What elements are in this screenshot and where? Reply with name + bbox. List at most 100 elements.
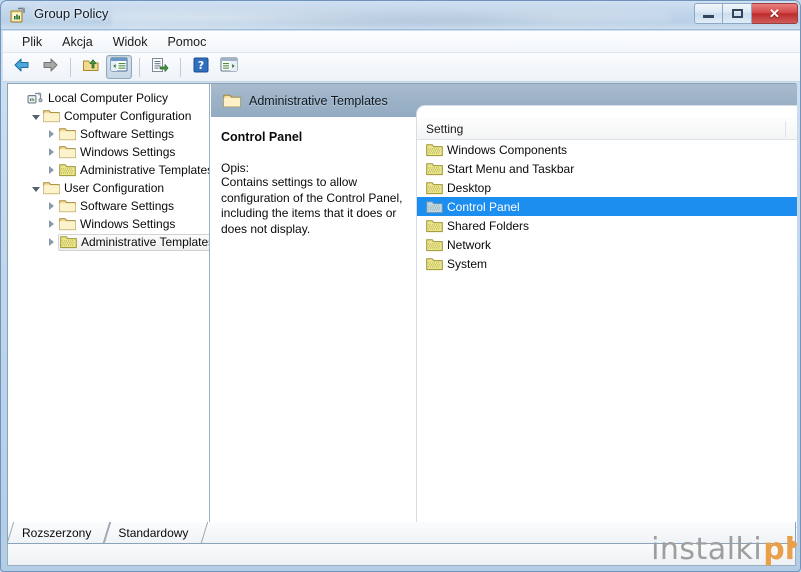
window-title: Group Policy — [34, 6, 108, 21]
tree-item-administrative-templates[interactable]: Administrative Templates — [8, 233, 209, 251]
settings-row-label: System — [447, 257, 487, 271]
admin-templates-icon — [426, 238, 443, 252]
chevron-down-icon[interactable] — [29, 108, 42, 124]
maximize-icon — [732, 9, 743, 18]
tree-item-local-computer-policy[interactable]: Local Computer Policy — [8, 89, 209, 107]
chevron-right-icon[interactable] — [45, 234, 58, 250]
tree-item-label: Software Settings — [80, 127, 174, 141]
show-hide-console-tree-button[interactable] — [106, 55, 132, 79]
description-label: Opis: — [221, 161, 406, 175]
settings-row-system[interactable]: System — [417, 254, 797, 273]
chevron-right-icon[interactable] — [45, 126, 58, 142]
folder-icon — [59, 127, 76, 141]
menu-item-plik[interactable]: Plik — [12, 33, 52, 51]
tree-item-label: Software Settings — [80, 199, 174, 213]
settings-row-windows-components[interactable]: Windows Components — [417, 140, 797, 159]
settings-row-shared-folders[interactable]: Shared Folders — [417, 216, 797, 235]
close-button[interactable]: ✕ — [752, 3, 798, 24]
tree-item-windows-settings[interactable]: Windows Settings — [8, 215, 209, 233]
tree-item-content: Administrative Templates — [58, 234, 209, 251]
chevron-right-icon[interactable] — [45, 198, 58, 214]
close-icon: ✕ — [769, 7, 780, 20]
tree-item-content: Software Settings — [58, 198, 177, 215]
menu-item-akcja[interactable]: Akcja — [52, 33, 103, 51]
menu-item-pomoc[interactable]: Pomoc — [157, 33, 216, 51]
settings-row-label: Network — [447, 238, 491, 252]
tree-item-label: User Configuration — [64, 181, 164, 195]
toolbar-separator — [70, 58, 71, 77]
tree-item-label: Windows Settings — [80, 217, 175, 231]
forward-arrow-icon — [41, 57, 59, 78]
tree-item-software-settings[interactable]: Software Settings — [8, 197, 209, 215]
settings-list[interactable]: Windows Components Start Menu and Taskbar… — [417, 140, 797, 520]
window-controls: ✕ — [694, 3, 798, 24]
admin-templates-icon — [426, 143, 443, 157]
settings-row-label: Start Menu and Taskbar — [447, 162, 574, 176]
tree-item-content: Windows Settings — [58, 216, 178, 233]
status-bar — [7, 544, 796, 566]
tree-item-label: Administrative Templates — [80, 163, 209, 177]
folder-icon — [43, 109, 60, 123]
detail-pane-body: Control Panel Opis: Contains settings to… — [211, 117, 797, 544]
settings-row-label: Control Panel — [447, 200, 520, 214]
settings-row-start-menu-and-taskbar[interactable]: Start Menu and Taskbar — [417, 159, 797, 178]
minimize-button[interactable] — [694, 3, 723, 24]
column-divider[interactable] — [785, 121, 786, 137]
tree-item-content: Local Computer Policy — [26, 90, 171, 107]
help-button[interactable]: ? — [188, 55, 214, 79]
tab-label: Rozszerzony — [22, 526, 91, 540]
back-button[interactable] — [9, 55, 35, 79]
settings-row-label: Desktop — [447, 181, 491, 195]
svg-text:?: ? — [198, 59, 204, 72]
toolbar-separator-2 — [139, 58, 140, 77]
tree-item-software-settings[interactable]: Software Settings — [8, 125, 209, 143]
content-area: Local Computer Policy Computer Configurat… — [7, 83, 796, 545]
aero-glass-blur — [111, 2, 671, 29]
chevron-right-icon[interactable] — [45, 162, 58, 178]
toolbar-separator-3 — [180, 58, 181, 77]
tree-item-label: Local Computer Policy — [48, 91, 168, 105]
back-arrow-icon — [13, 57, 31, 78]
column-header-setting[interactable]: Setting — [426, 122, 463, 136]
settings-row-desktop[interactable]: Desktop — [417, 178, 797, 197]
tree-item-computer-configuration[interactable]: Computer Configuration — [8, 107, 209, 125]
group-policy-window: Group Policy ✕ Plik Akcja Widok Pomoc — [0, 0, 801, 572]
settings-row-network[interactable]: Network — [417, 235, 797, 254]
tree-item-windows-settings[interactable]: Windows Settings — [8, 143, 209, 161]
forward-button[interactable] — [37, 55, 63, 79]
tab-rozszerzony[interactable]: Rozszerzony — [8, 522, 104, 543]
export-list-button[interactable] — [147, 55, 173, 79]
description-title: Control Panel — [221, 130, 406, 144]
export-list-icon — [151, 57, 169, 78]
action-pane-icon — [220, 57, 238, 77]
menu-bar: Plik Akcja Widok Pomoc — [3, 31, 800, 53]
tree-item-label: Windows Settings — [80, 145, 175, 159]
chevron-right-icon[interactable] — [45, 216, 58, 232]
tree-item-user-configuration[interactable]: User Configuration — [8, 179, 209, 197]
tree-item-label: Computer Configuration — [64, 109, 191, 123]
tree-item-content: Software Settings — [58, 126, 177, 143]
admin-templates-icon — [60, 235, 77, 249]
console-icon — [9, 6, 28, 25]
description-column: Control Panel Opis: Contains settings to… — [211, 117, 416, 544]
detail-pane-title: Administrative Templates — [249, 94, 388, 108]
show-action-pane-button[interactable] — [216, 55, 242, 79]
up-one-level-button[interactable] — [78, 55, 104, 79]
folder-icon — [43, 181, 60, 195]
toolbar: ? — [3, 53, 800, 82]
minimize-icon — [703, 15, 714, 18]
tree-item-content: User Configuration — [42, 180, 167, 197]
menu-item-widok[interactable]: Widok — [103, 33, 158, 51]
admin-templates-icon — [426, 200, 443, 214]
tree-item-administrative-templates[interactable]: Administrative Templates — [8, 161, 209, 179]
help-icon: ? — [193, 57, 209, 78]
settings-list-header: Setting — [417, 118, 797, 140]
chevron-right-icon[interactable] — [45, 144, 58, 160]
chevron-down-icon[interactable] — [29, 180, 42, 196]
settings-row-control-panel[interactable]: Control Panel — [417, 197, 797, 216]
settings-row-label: Shared Folders — [447, 219, 529, 233]
tab-standardowy[interactable]: Standardowy — [104, 522, 201, 543]
maximize-button[interactable] — [723, 3, 752, 24]
tree-scroll-area[interactable]: Local Computer Policy Computer Configurat… — [8, 84, 209, 525]
detail-pane: Administrative Templates Control Panel O… — [211, 84, 797, 544]
